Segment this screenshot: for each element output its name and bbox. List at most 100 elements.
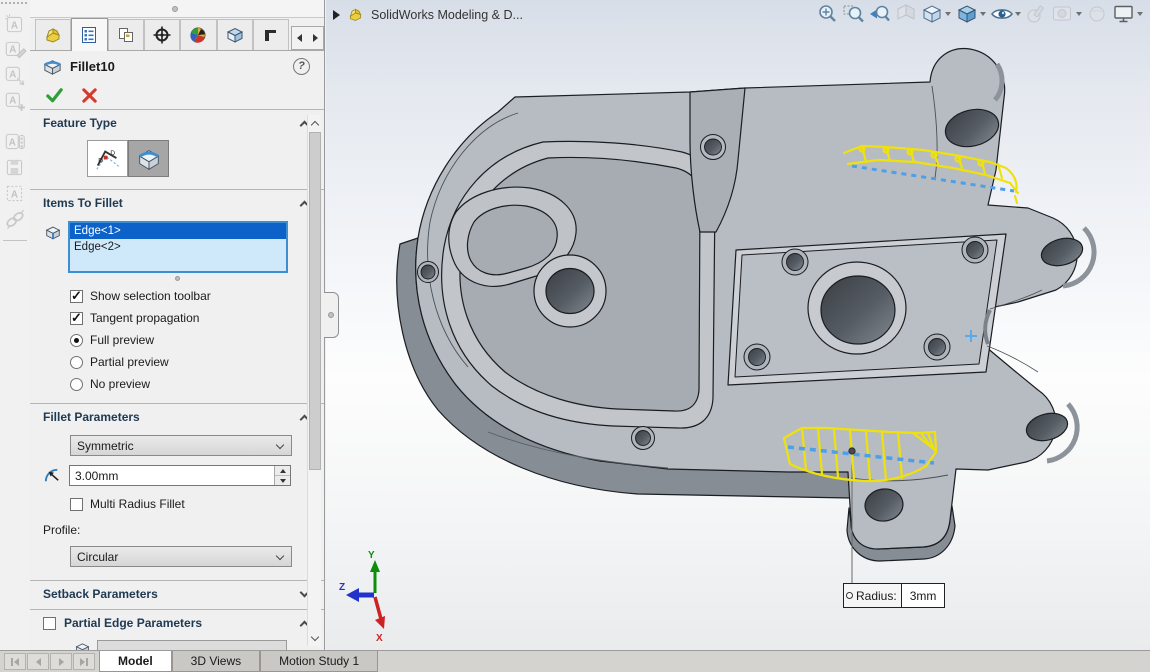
radius-spinner[interactable] [274, 466, 290, 485]
add-annotation-icon[interactable]: A [3, 90, 27, 114]
panel-collapse-handle[interactable] [324, 292, 339, 338]
spin-up-icon[interactable] [275, 466, 290, 476]
partial-edge-checkbox[interactable] [43, 617, 56, 630]
callout-anchor-icon [846, 592, 853, 599]
radio-label: Full preview [90, 333, 154, 347]
section-view-icon[interactable] [894, 3, 918, 25]
spell-checker-icon[interactable]: A [3, 12, 27, 36]
dropdown-caret-icon[interactable] [1137, 12, 1143, 16]
fillet-feature-icon [42, 56, 63, 77]
full-preview-radio[interactable] [70, 334, 83, 347]
section-fillet-parameters[interactable]: Fillet Parameters [30, 403, 324, 428]
previous-study-button[interactable] [27, 653, 49, 670]
scrollbar-thumb[interactable] [309, 132, 321, 470]
callout-anchor-dot [849, 448, 855, 454]
tab-propertymanager[interactable] [71, 18, 107, 51]
listbox-resize-handle[interactable] [175, 276, 180, 281]
section-setback-parameters[interactable]: Setback Parameters [30, 580, 324, 609]
dropdown-caret-icon[interactable] [1076, 12, 1082, 16]
panel-splitter[interactable] [30, 0, 324, 18]
tab-featuremanager-tree[interactable] [35, 19, 71, 50]
tab-display-manager[interactable] [180, 19, 216, 50]
tab-scroll-right-icon[interactable] [313, 34, 318, 42]
panel-scrollbar[interactable] [307, 115, 321, 646]
toolbar-drag-handle[interactable] [1, 2, 27, 4]
move-annotation-icon[interactable]: A [3, 64, 27, 88]
view-settings-icon[interactable] [1086, 3, 1110, 25]
chain-dimension-icon[interactable] [3, 208, 27, 232]
section-feature-type[interactable]: Feature Type [30, 109, 324, 134]
tangent-propagation-checkbox[interactable] [70, 312, 83, 325]
previous-view-icon[interactable] [868, 3, 892, 25]
help-icon[interactable]: ? [293, 58, 310, 75]
viewport-3d[interactable]: Y Z X SolidWorks Modeling & D... [326, 0, 1150, 650]
tab-hidden[interactable] [253, 19, 289, 50]
fillet-xpert-button[interactable]: DD [87, 140, 128, 177]
document-title[interactable]: SolidWorks Modeling & D... [371, 8, 523, 22]
dropdown-caret-icon[interactable] [980, 12, 986, 16]
symmetry-dropdown[interactable]: Symmetric [70, 435, 292, 456]
svg-text:A: A [9, 137, 16, 148]
bottom-tab-bar: Model 3D Views Motion Study 1 [0, 650, 1150, 672]
annotation-status-icon[interactable]: A [3, 130, 27, 154]
dropdown-chevron-icon [276, 552, 284, 560]
edge-selection-listbox[interactable]: Edge<1> Edge<2> [68, 221, 288, 273]
checkbox-label: Show selection toolbar [90, 289, 211, 303]
edge-list-item[interactable]: Edge<1> [70, 223, 286, 239]
tab-cam-tree[interactable] [217, 19, 253, 50]
next-study-button[interactable] [50, 653, 72, 670]
tab-model[interactable]: Model [99, 651, 172, 672]
zoom-to-fit-icon[interactable] [816, 3, 840, 25]
svg-text:A: A [9, 96, 16, 107]
dropdown-caret-icon[interactable] [945, 12, 951, 16]
radius-value-input[interactable]: 3mm [901, 584, 945, 607]
spin-down-icon[interactable] [275, 476, 290, 485]
scroll-up-icon[interactable] [308, 115, 322, 130]
tab-scroll-arrows[interactable] [291, 26, 324, 50]
dropdown-caret-icon[interactable] [1015, 12, 1021, 16]
scroll-down-icon[interactable] [308, 631, 322, 646]
save-annotation-icon[interactable] [3, 156, 27, 180]
tab-dimxpert-manager[interactable] [144, 19, 180, 50]
tab-motion-study-1[interactable]: Motion Study 1 [260, 651, 378, 672]
multi-radius-checkbox[interactable] [70, 498, 83, 511]
tab-configuration-manager[interactable] [108, 19, 144, 50]
hide-show-items-icon[interactable] [990, 3, 1014, 25]
triad-z-label: Z [339, 582, 345, 593]
section-label: Partial Edge Parameters [64, 616, 202, 630]
section-items-to-fillet[interactable]: Items To Fillet [30, 189, 324, 214]
study-nav-buttons [4, 653, 95, 670]
first-study-button[interactable] [4, 653, 26, 670]
section-label: Fillet Parameters [43, 410, 140, 424]
profile-dropdown[interactable]: Circular [70, 546, 292, 567]
triad-y-label: Y [368, 550, 375, 561]
zoom-to-area-icon[interactable] [842, 3, 866, 25]
no-preview-radio[interactable] [70, 378, 83, 391]
ok-button[interactable] [45, 86, 64, 105]
feature-title: Fillet10 [70, 59, 115, 74]
tab-3d-views[interactable]: 3D Views [172, 651, 260, 672]
view-orientation-icon[interactable] [920, 3, 944, 25]
last-study-button[interactable] [73, 653, 95, 670]
tab-scroll-left-icon[interactable] [297, 34, 302, 42]
edge-selection-icon [74, 640, 91, 650]
part-model[interactable]: Y Z X [326, 0, 1150, 650]
flyout-expand-icon[interactable] [333, 10, 340, 20]
svg-text:D: D [98, 157, 103, 164]
partial-edge-selection-field[interactable] [97, 640, 287, 650]
section-partial-edge-parameters[interactable]: Partial Edge Parameters [30, 609, 324, 634]
options-display-icon[interactable] [1112, 3, 1136, 25]
edit-annotation-icon[interactable]: A [3, 38, 27, 62]
section-label: Setback Parameters [43, 587, 158, 601]
radius-input[interactable]: 3.00mm [69, 465, 291, 486]
property-manager-panel: Fillet10 ? Feature Type DD Items To Fil [30, 0, 325, 650]
edge-list-item[interactable]: Edge<2> [70, 239, 286, 255]
cancel-button[interactable] [80, 86, 99, 105]
annotation-frame-icon[interactable]: A [3, 182, 27, 206]
apply-scene-icon[interactable] [1051, 3, 1075, 25]
manual-fillet-button[interactable] [128, 140, 169, 177]
show-selection-toolbar-checkbox[interactable] [70, 290, 83, 303]
display-style-icon[interactable] [955, 3, 979, 25]
partial-preview-radio[interactable] [70, 356, 83, 369]
edit-appearance-icon[interactable] [1025, 3, 1049, 25]
